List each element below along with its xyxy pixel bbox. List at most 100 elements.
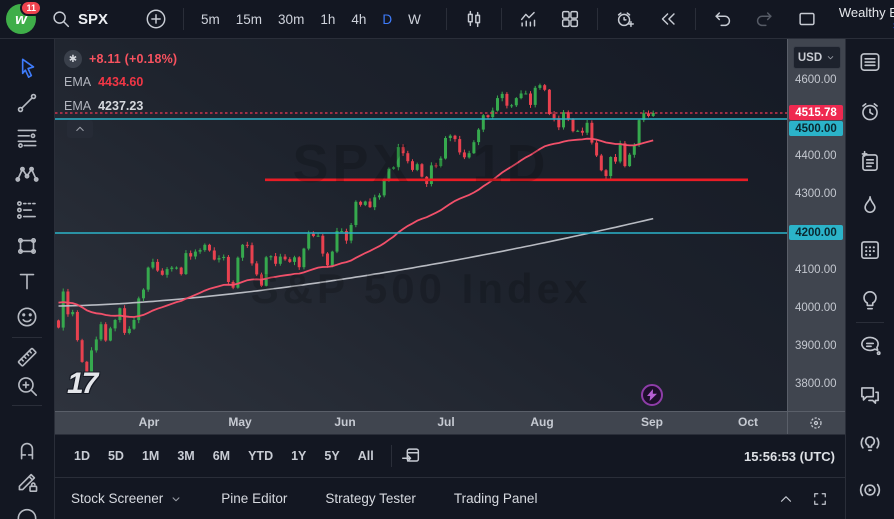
fullscreen-icon[interactable] <box>811 490 829 508</box>
fib-retracement-tool[interactable] <box>14 125 40 151</box>
ema-value: 4434.60 <box>98 75 143 89</box>
month-label-Apr[interactable]: Apr <box>139 415 160 429</box>
candlestick-chart[interactable] <box>55 39 787 411</box>
timeframe-1h[interactable]: 1h <box>320 12 335 27</box>
drawing-toolbar <box>0 39 55 519</box>
timeframe-4h[interactable]: 4h <box>351 12 366 27</box>
broker-logo[interactable]: w 11 <box>6 4 36 34</box>
timeframe-5m[interactable]: 5m <box>201 12 220 27</box>
timeframe-W[interactable]: W <box>408 12 421 27</box>
layout-window-icon[interactable] <box>796 8 818 30</box>
shapes-tool[interactable] <box>14 233 40 259</box>
range-6M[interactable]: 6M <box>205 445 238 467</box>
range-separator <box>391 445 392 467</box>
alerts-icon[interactable] <box>857 99 883 125</box>
timeframe-D[interactable]: D <box>382 12 392 27</box>
currency-dropdown[interactable]: USD <box>793 46 841 69</box>
emoji-tool[interactable] <box>14 304 40 330</box>
date-range-row: 1D5D1M3M6MYTD1Y5YAll 15:56:53 (UTC) <box>55 434 845 477</box>
timeframe-group: 5m 15m 30m 1h 4h D W <box>193 12 429 27</box>
watchlist-icon[interactable] <box>857 49 883 75</box>
chats-icon[interactable] <box>857 382 883 408</box>
month-label-Jul[interactable]: Jul <box>437 415 454 429</box>
footer-tab-trading-panel[interactable]: Trading Panel <box>454 491 538 506</box>
axis-settings-gear-icon[interactable] <box>806 413 826 433</box>
timeframe-30m[interactable]: 30m <box>278 12 304 27</box>
symbol-search[interactable]: SPX <box>50 8 108 30</box>
range-5Y[interactable]: 5Y <box>316 445 347 467</box>
candle-style-icon[interactable] <box>463 8 485 30</box>
time-axis[interactable]: Apr May Jun Jul Aug Sep Oct <box>55 411 845 434</box>
event-lightning-marker[interactable] <box>641 384 663 406</box>
price-axis[interactable]: USD 4600.004400.004300.004100.004000.003… <box>787 39 845 411</box>
hide-marks-tool[interactable] <box>14 501 40 519</box>
redo-icon[interactable] <box>753 8 775 30</box>
lightning-icon <box>647 389 657 401</box>
footer-tab-strategy-tester[interactable]: Strategy Tester <box>325 491 416 506</box>
chevron-up-icon <box>73 122 87 136</box>
notification-badge: 11 <box>20 0 42 16</box>
alert-add-icon[interactable] <box>614 8 636 30</box>
goto-date-icon[interactable] <box>400 445 422 467</box>
cursor-tool[interactable] <box>14 55 40 81</box>
hotlists-flame-icon[interactable] <box>857 192 883 218</box>
month-label-Oct[interactable]: Oct <box>738 415 758 429</box>
range-1D[interactable]: 1D <box>66 445 98 467</box>
ema-row[interactable]: EMA4434.60 <box>64 75 143 89</box>
footer-right-controls <box>777 490 829 508</box>
bar-replay-icon[interactable] <box>657 8 679 30</box>
collapse-legend-button[interactable] <box>67 120 93 138</box>
xabcd-pattern-tool[interactable] <box>14 161 40 187</box>
level-price-badge[interactable]: 4200.00 <box>789 225 843 240</box>
chart-plot[interactable]: SPX · 1D S&P 500 Index ✱ +8.11 (+0.18%) … <box>55 39 787 411</box>
range-1M[interactable]: 1M <box>134 445 167 467</box>
month-label-May[interactable]: May <box>228 415 251 429</box>
range-button-group: 1D5D1M3M6MYTD1Y5YAll <box>65 445 383 467</box>
range-5D[interactable]: 5D <box>100 445 132 467</box>
news-icon[interactable] <box>857 149 883 175</box>
month-label-Jun[interactable]: Jun <box>334 415 355 429</box>
streams-icon[interactable] <box>857 430 883 456</box>
chat-cloud-icon[interactable] <box>857 332 883 358</box>
timeframe-15m[interactable]: 15m <box>236 12 262 27</box>
toolbar-separator <box>695 8 696 30</box>
trading-platform-window: w 11 SPX 5m 15m 30m 1h 4h D W Wealthy Educ... … <box>0 0 894 519</box>
month-label-Aug[interactable]: Aug <box>530 415 553 429</box>
range-YTD[interactable]: YTD <box>240 445 281 467</box>
undo-icon[interactable] <box>712 8 734 30</box>
economic-calendar-icon[interactable] <box>857 237 883 263</box>
draw-lock-tool[interactable] <box>14 469 40 495</box>
text-tool[interactable] <box>14 268 40 294</box>
ideas-bulb-icon[interactable] <box>857 287 883 313</box>
range-1Y[interactable]: 1Y <box>283 445 314 467</box>
footer-tab-stock-screener[interactable]: Stock Screener <box>71 491 183 506</box>
panel-chevron-up-icon[interactable] <box>777 490 795 508</box>
chevron-down-icon <box>825 52 836 63</box>
ema-row[interactable]: EMA4237.23 <box>64 99 143 113</box>
account-menu[interactable]: Wealthy Educ... Save <box>839 6 894 31</box>
measure-tool[interactable] <box>14 344 40 370</box>
toolbar-divider <box>12 405 42 406</box>
zoom-in-tool[interactable] <box>14 373 40 399</box>
range-All[interactable]: All <box>350 445 382 467</box>
price-label: 4600.00 <box>795 74 837 86</box>
axis-divider <box>787 412 788 435</box>
compare-add-icon[interactable] <box>145 8 167 30</box>
tradingview-logo[interactable]: 17 <box>67 367 96 401</box>
price-change-row[interactable]: ✱ +8.11 (+0.18%) <box>64 50 177 68</box>
level-price-badge[interactable]: 4500.00 <box>789 121 843 136</box>
footer-tabs: Stock Screener Pine Editor Strategy Tester… <box>55 491 537 506</box>
ema-label: EMA <box>64 99 91 113</box>
trend-line-tool[interactable] <box>14 90 40 116</box>
live-broadcast-icon[interactable] <box>857 477 883 503</box>
forecast-tool[interactable] <box>14 197 40 223</box>
range-3M[interactable]: 3M <box>169 445 202 467</box>
search-icon <box>50 8 72 30</box>
magnet-tool[interactable] <box>14 437 40 463</box>
layout-grid-icon[interactable] <box>559 8 581 30</box>
indicators-icon[interactable] <box>518 8 540 30</box>
clock-utc[interactable]: 15:56:53 (UTC) <box>744 449 835 464</box>
footer-tab-pine-editor[interactable]: Pine Editor <box>221 491 287 506</box>
sidebar-divider <box>856 322 884 323</box>
month-label-Sep[interactable]: Sep <box>641 415 663 429</box>
